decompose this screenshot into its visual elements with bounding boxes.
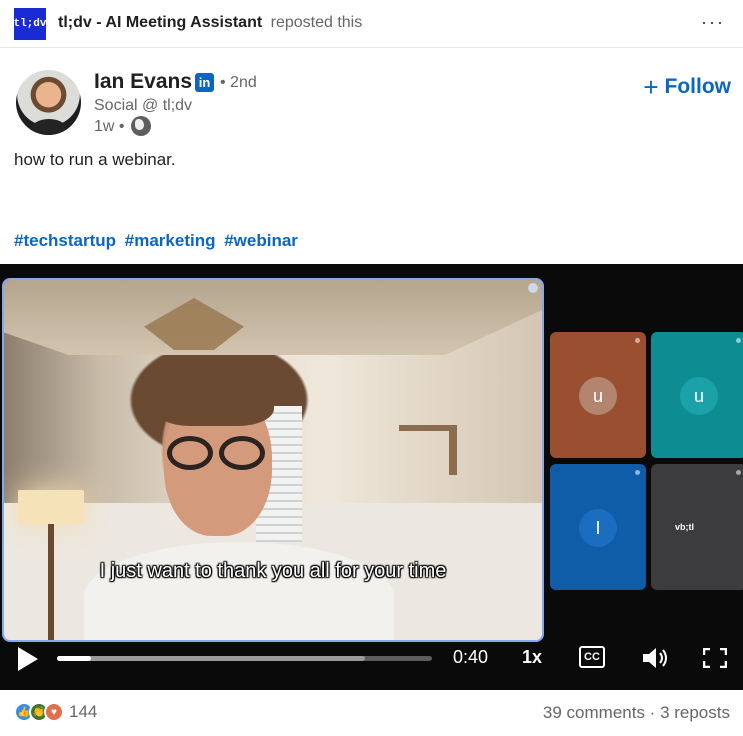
participant-tile: I [550,464,646,590]
linkedin-icon: in [195,73,214,92]
participant-brand: vb;tl [675,522,694,532]
social-counts-bar: 👍 👏 ♥ 144 39 comments · 3 reposts [0,690,743,736]
captions-button[interactable]: CC [579,646,605,668]
participant-initial: u [680,377,718,415]
reposter-logo[interactable]: tl;dv [13,8,47,40]
follow-label: Follow [664,75,732,98]
post-text: how to run a webinar. [14,150,176,169]
reposter-name[interactable]: tl;dv - AI Meeting Assistant [58,14,262,31]
plus-icon: + [643,72,659,102]
fullscreen-icon[interactable] [703,648,727,668]
speaker-shirt [84,542,394,640]
repost-bar: tl;dv tl;dv - AI Meeting Assistant repos… [0,0,743,48]
participant-initial: u [579,377,617,415]
reactions[interactable]: 👍 👏 ♥ 144 [14,702,97,722]
hashtag-link[interactable]: #webinar [224,231,298,250]
hashtag-link[interactable]: #marketing [125,231,216,250]
mic-status-icon [736,470,741,475]
stats-separator: · [644,703,661,722]
engagement-stats: 39 comments · 3 reposts [543,703,730,723]
floor-lamp-stand [48,524,54,640]
connection-degree: • 2nd [220,74,257,91]
hashtags: #techstartup #marketing #webinar [14,231,302,251]
repost-suffix: reposted this [270,14,363,31]
author-name[interactable]: Ian Evans [94,70,192,94]
speaker-video-tile: I just want to thank you all for your ti… [2,278,544,642]
more-options-icon[interactable]: ··· [701,12,725,33]
reposter-logo-text: tl;dv [13,18,47,30]
progress-bar[interactable] [57,656,432,661]
comments-link[interactable]: 39 comments [543,703,645,722]
globe-icon [131,116,151,136]
author-avatar[interactable] [16,70,81,135]
author-headline: Social @ tl;dv [94,97,193,114]
progress-fill [57,656,91,661]
speaker-hair [154,368,274,426]
participant-initial: I [579,509,617,547]
repost-text: tl;dv - AI Meeting Assistant reposted th… [58,14,362,32]
floor-lamp [18,490,84,524]
play-icon[interactable] [18,647,38,671]
progress-buffer [57,656,365,661]
video-player[interactable]: I just want to thank you all for your ti… [0,264,743,690]
playback-speed-button[interactable]: 1x [522,647,542,668]
time-readout: 0:40 [453,647,489,667]
follow-button[interactable]: + Follow [643,74,731,100]
mic-status-icon [736,338,741,343]
participant-tile: u [550,332,646,458]
participant-tile: vb;tl [651,464,743,590]
volume-icon[interactable] [641,646,671,670]
ceiling [4,280,542,355]
reposts-link[interactable]: 3 reposts [660,703,730,722]
hashtag-link[interactable]: #techstartup [14,231,116,250]
love-reaction-icon: ♥ [44,702,64,722]
participant-tile: u [651,332,743,458]
reaction-count: 144 [69,702,98,721]
video-caption: I just want to thank you all for your ti… [99,560,447,582]
mic-status-icon [635,470,640,475]
video-controls: 0:40 1x CC [0,644,743,690]
post-timestamp: 1w • [94,118,125,135]
pin-icon[interactable] [528,283,538,293]
speaker-glasses [167,436,265,470]
wall-shelf [399,425,457,475]
mic-status-icon [635,338,640,343]
